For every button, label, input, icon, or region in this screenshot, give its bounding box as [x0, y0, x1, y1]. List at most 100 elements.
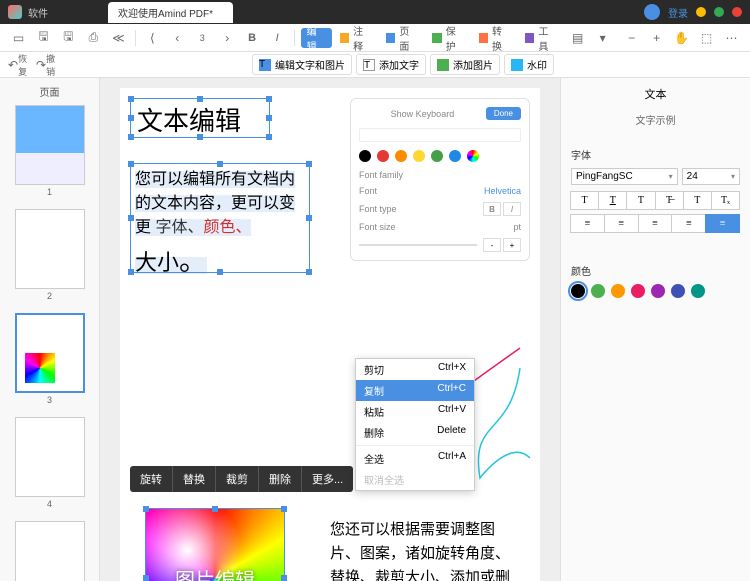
font-section-label: 字体: [571, 147, 740, 162]
align-distribute[interactable]: ≡: [705, 214, 740, 233]
pcolor-orange[interactable]: [611, 284, 625, 298]
add-image-button[interactable]: 添加图片: [430, 54, 500, 75]
thumbnail-5[interactable]: 5: [15, 521, 85, 581]
bold-button[interactable]: B: [242, 28, 263, 48]
form-icon[interactable]: ▤: [567, 28, 588, 48]
font-value[interactable]: Helvetica: [484, 186, 521, 196]
crop-icon[interactable]: ⬚: [696, 28, 717, 48]
body-selection[interactable]: 您可以编辑所有文档内的文本内容，更可以变更 字体、颜色、大小。: [130, 163, 310, 273]
save-as-icon[interactable]: 🖫: [58, 28, 79, 48]
size-minus[interactable]: -: [483, 238, 501, 252]
color-yellow[interactable]: [413, 150, 425, 162]
align-justify[interactable]: ≡: [671, 214, 706, 233]
document-tab[interactable]: 欢迎使用Amind PDF*: [108, 2, 233, 23]
align-right[interactable]: ≡: [638, 214, 673, 233]
share-icon[interactable]: ≪: [108, 28, 129, 48]
save-icon[interactable]: 🖫: [33, 28, 54, 48]
edit-mode-button[interactable]: 编辑: [301, 28, 332, 48]
color-black[interactable]: [359, 150, 371, 162]
image-selection[interactable]: 图片编辑: [145, 508, 285, 581]
color-green[interactable]: [431, 150, 443, 162]
img-replace[interactable]: 替换: [173, 466, 216, 492]
style-sub[interactable]: Tₓ: [711, 191, 740, 210]
pcolor-teal[interactable]: [691, 284, 705, 298]
add-text-button[interactable]: T添加文字: [356, 54, 426, 75]
img-delete[interactable]: 删除: [259, 466, 302, 492]
font-family-select[interactable]: PingFangSC▾: [571, 168, 678, 185]
window-minimize[interactable]: [696, 7, 706, 17]
thumbnail-1[interactable]: 1: [15, 105, 85, 197]
thumbnail-2[interactable]: 2: [15, 209, 85, 301]
ctx-delete[interactable]: 删除Delete: [356, 422, 474, 443]
login-label[interactable]: 登录: [668, 5, 688, 20]
next-page-icon[interactable]: ›: [217, 28, 238, 48]
page-button[interactable]: 页面: [382, 21, 424, 55]
panel-title: 文本: [571, 86, 740, 102]
color-blue[interactable]: [449, 150, 461, 162]
italic-button[interactable]: I: [267, 28, 288, 48]
first-page-icon[interactable]: ⟨: [142, 28, 163, 48]
main-toolbar: ▭ 🖫 🖫 ⎙ ≪ ⟨ ‹ 3 › B I 编辑 注释 页面 保护 转换 工具 …: [0, 24, 750, 52]
annotate-button[interactable]: 注释: [336, 21, 378, 55]
image-content: 图片编辑: [146, 509, 284, 581]
page: 文本编辑 您可以编辑所有文档内的文本内容，更可以变更 字体、颜色、大小。 Sho…: [120, 88, 540, 581]
user-avatar[interactable]: [644, 4, 660, 20]
bold-toggle[interactable]: B: [483, 202, 501, 216]
watermark-button[interactable]: 水印: [504, 54, 554, 75]
align-center[interactable]: ≡: [604, 214, 639, 233]
tools-button[interactable]: 工具: [521, 21, 563, 55]
img-crop[interactable]: 裁剪: [216, 466, 259, 492]
window-maximize[interactable]: [714, 7, 724, 17]
img-more[interactable]: 更多...: [302, 466, 353, 492]
hand-icon[interactable]: ✋: [671, 28, 692, 48]
ctx-copy[interactable]: 复制Ctrl+C: [356, 380, 474, 401]
color-orange[interactable]: [395, 150, 407, 162]
font-size-select[interactable]: 24▾: [682, 168, 740, 185]
redo-button[interactable]: ↷ 撤销: [36, 55, 58, 75]
size-slider[interactable]: -+: [359, 238, 521, 252]
style-t5[interactable]: T: [683, 191, 712, 210]
style-t1[interactable]: T: [570, 191, 599, 210]
edit-text-image-button[interactable]: T编辑文字和图片: [252, 54, 352, 75]
protect-button[interactable]: 保护: [428, 21, 470, 55]
img-rotate[interactable]: 旋转: [130, 466, 173, 492]
edit-toolbar: ↶ 恢复 ↷ 撤销 T编辑文字和图片 T添加文字 添加图片 水印: [0, 52, 750, 78]
dropdown-icon[interactable]: ▾: [592, 28, 613, 48]
title-selection[interactable]: 文本编辑: [130, 98, 270, 138]
ctx-cut[interactable]: 剪切Ctrl+X: [356, 359, 474, 380]
done-button[interactable]: Done: [486, 107, 521, 120]
zoom-out-icon[interactable]: −: [621, 28, 642, 48]
convert-button[interactable]: 转换: [475, 21, 517, 55]
thumbnail-4[interactable]: 4: [15, 417, 85, 509]
ctx-select-all[interactable]: 全选Ctrl+A: [356, 448, 474, 469]
window-close[interactable]: [732, 7, 742, 17]
thumbnail-3[interactable]: 3: [15, 313, 85, 405]
pcolor-indigo[interactable]: [671, 284, 685, 298]
color-section-label: 颜色: [571, 263, 740, 278]
zoom-in-icon[interactable]: +: [646, 28, 667, 48]
canvas[interactable]: 文本编辑 您可以编辑所有文档内的文本内容，更可以变更 字体、颜色、大小。 Sho…: [100, 78, 560, 581]
pcolor-pink[interactable]: [631, 284, 645, 298]
size-plus[interactable]: +: [503, 238, 521, 252]
font-family-label: Font family: [359, 170, 403, 180]
style-t3[interactable]: T: [626, 191, 655, 210]
italic-toggle[interactable]: I: [503, 202, 521, 216]
app-name: 软件: [28, 5, 48, 20]
panel-color-swatches: [571, 284, 740, 298]
color-red[interactable]: [377, 150, 389, 162]
print-icon[interactable]: ⎙: [83, 28, 104, 48]
page-num[interactable]: 3: [192, 28, 213, 48]
image-icon: [437, 59, 449, 71]
pcolor-green[interactable]: [591, 284, 605, 298]
style-t2[interactable]: T: [598, 191, 627, 210]
undo-button[interactable]: ↶ 恢复: [8, 55, 30, 75]
more-icon[interactable]: ⋯: [721, 28, 742, 48]
align-left[interactable]: ≡: [570, 214, 605, 233]
color-rainbow[interactable]: [467, 150, 479, 162]
style-strike[interactable]: T̶: [655, 191, 684, 210]
open-icon[interactable]: ▭: [8, 28, 29, 48]
prev-page-icon[interactable]: ‹: [167, 28, 188, 48]
ctx-paste[interactable]: 粘贴Ctrl+V: [356, 401, 474, 422]
pcolor-purple[interactable]: [651, 284, 665, 298]
pcolor-black[interactable]: [571, 284, 585, 298]
